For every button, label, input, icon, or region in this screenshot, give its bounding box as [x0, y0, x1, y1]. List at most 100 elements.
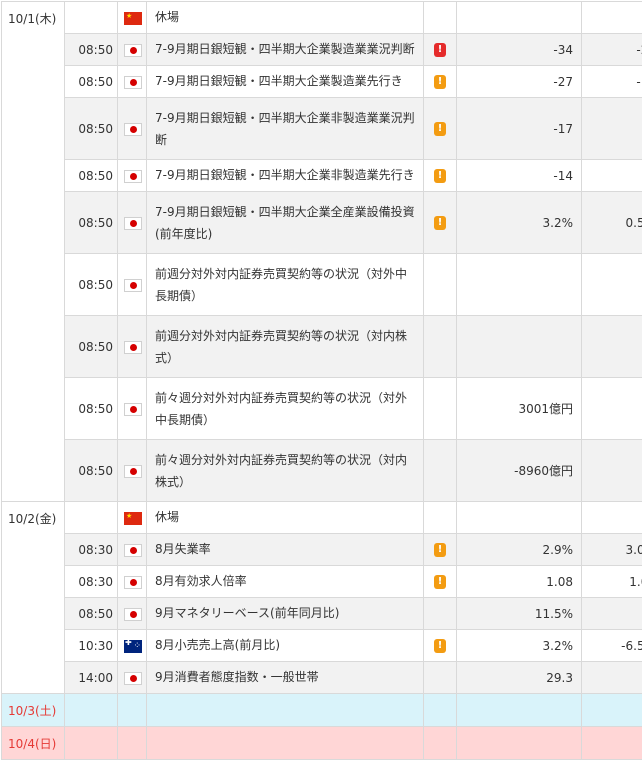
event-name[interactable]: 9月マネタリーベース(前年同月比) [147, 598, 424, 630]
event-name[interactable]: 8月小売売上高(前月比) [147, 630, 424, 662]
previous-value: -27 [457, 66, 582, 98]
time-cell: 08:50 [65, 98, 118, 160]
forecast-value: 3.0% [582, 534, 642, 566]
event-row: 14:009月消費者態度指数・一般世帯29.3 [2, 662, 642, 694]
forecast-value [582, 378, 642, 440]
forecast-value [582, 2, 642, 34]
importance-cell [424, 727, 457, 760]
flag-jp-icon [124, 672, 142, 685]
time-cell: 08:30 [65, 566, 118, 598]
time-cell: 08:50 [65, 378, 118, 440]
forecast-value [582, 440, 642, 502]
importance-high-icon: ! [434, 43, 446, 57]
forecast-value [582, 502, 642, 534]
event-row: 08:507-9月期日銀短観・四半期大企業非製造業先行き!-14-7 [2, 160, 642, 192]
event-name[interactable]: 休場 [147, 502, 424, 534]
time-cell: 08:50 [65, 66, 118, 98]
event-name[interactable]: 8月有効求人倍率 [147, 566, 424, 598]
forecast-value [582, 727, 642, 760]
flag-cell [118, 316, 147, 378]
flag-jp-icon [124, 123, 142, 136]
weekend-row: 10/3(土) [2, 694, 642, 727]
forecast-value [582, 316, 642, 378]
previous-value: 3.2% [457, 192, 582, 254]
previous-value: 1.08 [457, 566, 582, 598]
forecast-value [582, 598, 642, 630]
event-name[interactable]: 前々週分対外対内証券売買契約等の状況（対外中長期債） [147, 378, 424, 440]
event-name[interactable]: 前週分対外対内証券売買契約等の状況（対内株式） [147, 316, 424, 378]
event-name[interactable]: 8月失業率 [147, 534, 424, 566]
importance-cell: ! [424, 160, 457, 192]
event-name[interactable]: 休場 [147, 2, 424, 34]
time-cell: 08:50 [65, 34, 118, 66]
event-name[interactable]: 7-9月期日銀短観・四半期大企業製造業先行き [147, 66, 424, 98]
importance-mid-icon: ! [434, 169, 446, 183]
forecast-value [582, 694, 642, 727]
flag-jp-icon [124, 608, 142, 621]
flag-jp-icon [124, 544, 142, 557]
event-name [147, 727, 424, 760]
time-cell: 08:30 [65, 534, 118, 566]
previous-value: -8960億円 [457, 440, 582, 502]
importance-cell [424, 378, 457, 440]
time-cell: 08:50 [65, 254, 118, 316]
previous-value [457, 694, 582, 727]
importance-cell [424, 662, 457, 694]
importance-cell [424, 316, 457, 378]
time-cell: 10:30 [65, 630, 118, 662]
event-name[interactable]: 7-9月期日銀短観・四半期大企業非製造業先行き [147, 160, 424, 192]
event-row: 08:507-9月期日銀短観・四半期大企業製造業業況判断!-34-22 [2, 34, 642, 66]
flag-cell [118, 662, 147, 694]
importance-cell [424, 2, 457, 34]
event-name[interactable]: 9月消費者態度指数・一般世帯 [147, 662, 424, 694]
forecast-value: -16 [582, 66, 642, 98]
event-name[interactable]: 7-9月期日銀短観・四半期大企業製造業業況判断 [147, 34, 424, 66]
previous-value [457, 2, 582, 34]
event-row: 08:50 前週分対外対内証券売買契約等の状況（対外中長期債） [2, 254, 642, 316]
flag-cell [118, 502, 147, 534]
time-cell: 08:50 [65, 440, 118, 502]
previous-value [457, 316, 582, 378]
previous-value [457, 727, 582, 760]
importance-cell: ! [424, 98, 457, 160]
importance-cell [424, 502, 457, 534]
event-name[interactable]: 7-9月期日銀短観・四半期大企業全産業設備投資(前年度比) [147, 192, 424, 254]
importance-cell: ! [424, 192, 457, 254]
flag-cell [118, 598, 147, 630]
forecast-value: -22 [582, 34, 642, 66]
event-row: 08:50 7-9月期日銀短観・四半期大企業製造業先行き!-27-16 [2, 66, 642, 98]
importance-cell: ! [424, 34, 457, 66]
event-name[interactable]: 7-9月期日銀短観・四半期大企業非製造業業況判断 [147, 98, 424, 160]
event-row: 10/1(木)休場 [2, 2, 642, 34]
importance-mid-icon: ! [434, 216, 446, 230]
time-cell: 08:50 [65, 192, 118, 254]
event-row: 08:50 7-9月期日銀短観・四半期大企業全産業設備投資(前年度比)! 3.2%0… [2, 192, 642, 254]
previous-value: 3.2% [457, 630, 582, 662]
flag-jp-icon [124, 576, 142, 589]
flag-jp-icon [124, 403, 142, 416]
flag-cell [118, 727, 147, 760]
event-name[interactable]: 前々週分対外対内証券売買契約等の状況（対内株式） [147, 440, 424, 502]
event-row: 08:308月有効求人倍率!1.081.05 [2, 566, 642, 598]
previous-value: 29.3 [457, 662, 582, 694]
flag-au-icon [124, 640, 142, 653]
flag-cell [118, 160, 147, 192]
forecast-value: 0.5% [582, 192, 642, 254]
time-cell: 08:50 [65, 598, 118, 630]
event-name[interactable]: 前週分対外対内証券売買契約等の状況（対外中長期債） [147, 254, 424, 316]
previous-value: 2.9% [457, 534, 582, 566]
previous-value: -17 [457, 98, 582, 160]
event-row: 08:308月失業率!2.9%3.0% [2, 534, 642, 566]
previous-value: 3001億円 [457, 378, 582, 440]
date-cell: 10/2(金) [2, 502, 65, 694]
event-row: 08:507-9月期日銀短観・四半期大企業非製造業業況判断!-17-9 [2, 98, 642, 160]
previous-value [457, 254, 582, 316]
event-row: 10/2(金)休場 [2, 502, 642, 534]
event-row: 08:50前週分対外対内証券売買契約等の状況（対内株式） [2, 316, 642, 378]
flag-cell [118, 630, 147, 662]
importance-cell [424, 694, 457, 727]
importance-cell: ! [424, 66, 457, 98]
forecast-value: -6.5% [582, 630, 642, 662]
flag-cell [118, 378, 147, 440]
flag-jp-icon [124, 76, 142, 89]
